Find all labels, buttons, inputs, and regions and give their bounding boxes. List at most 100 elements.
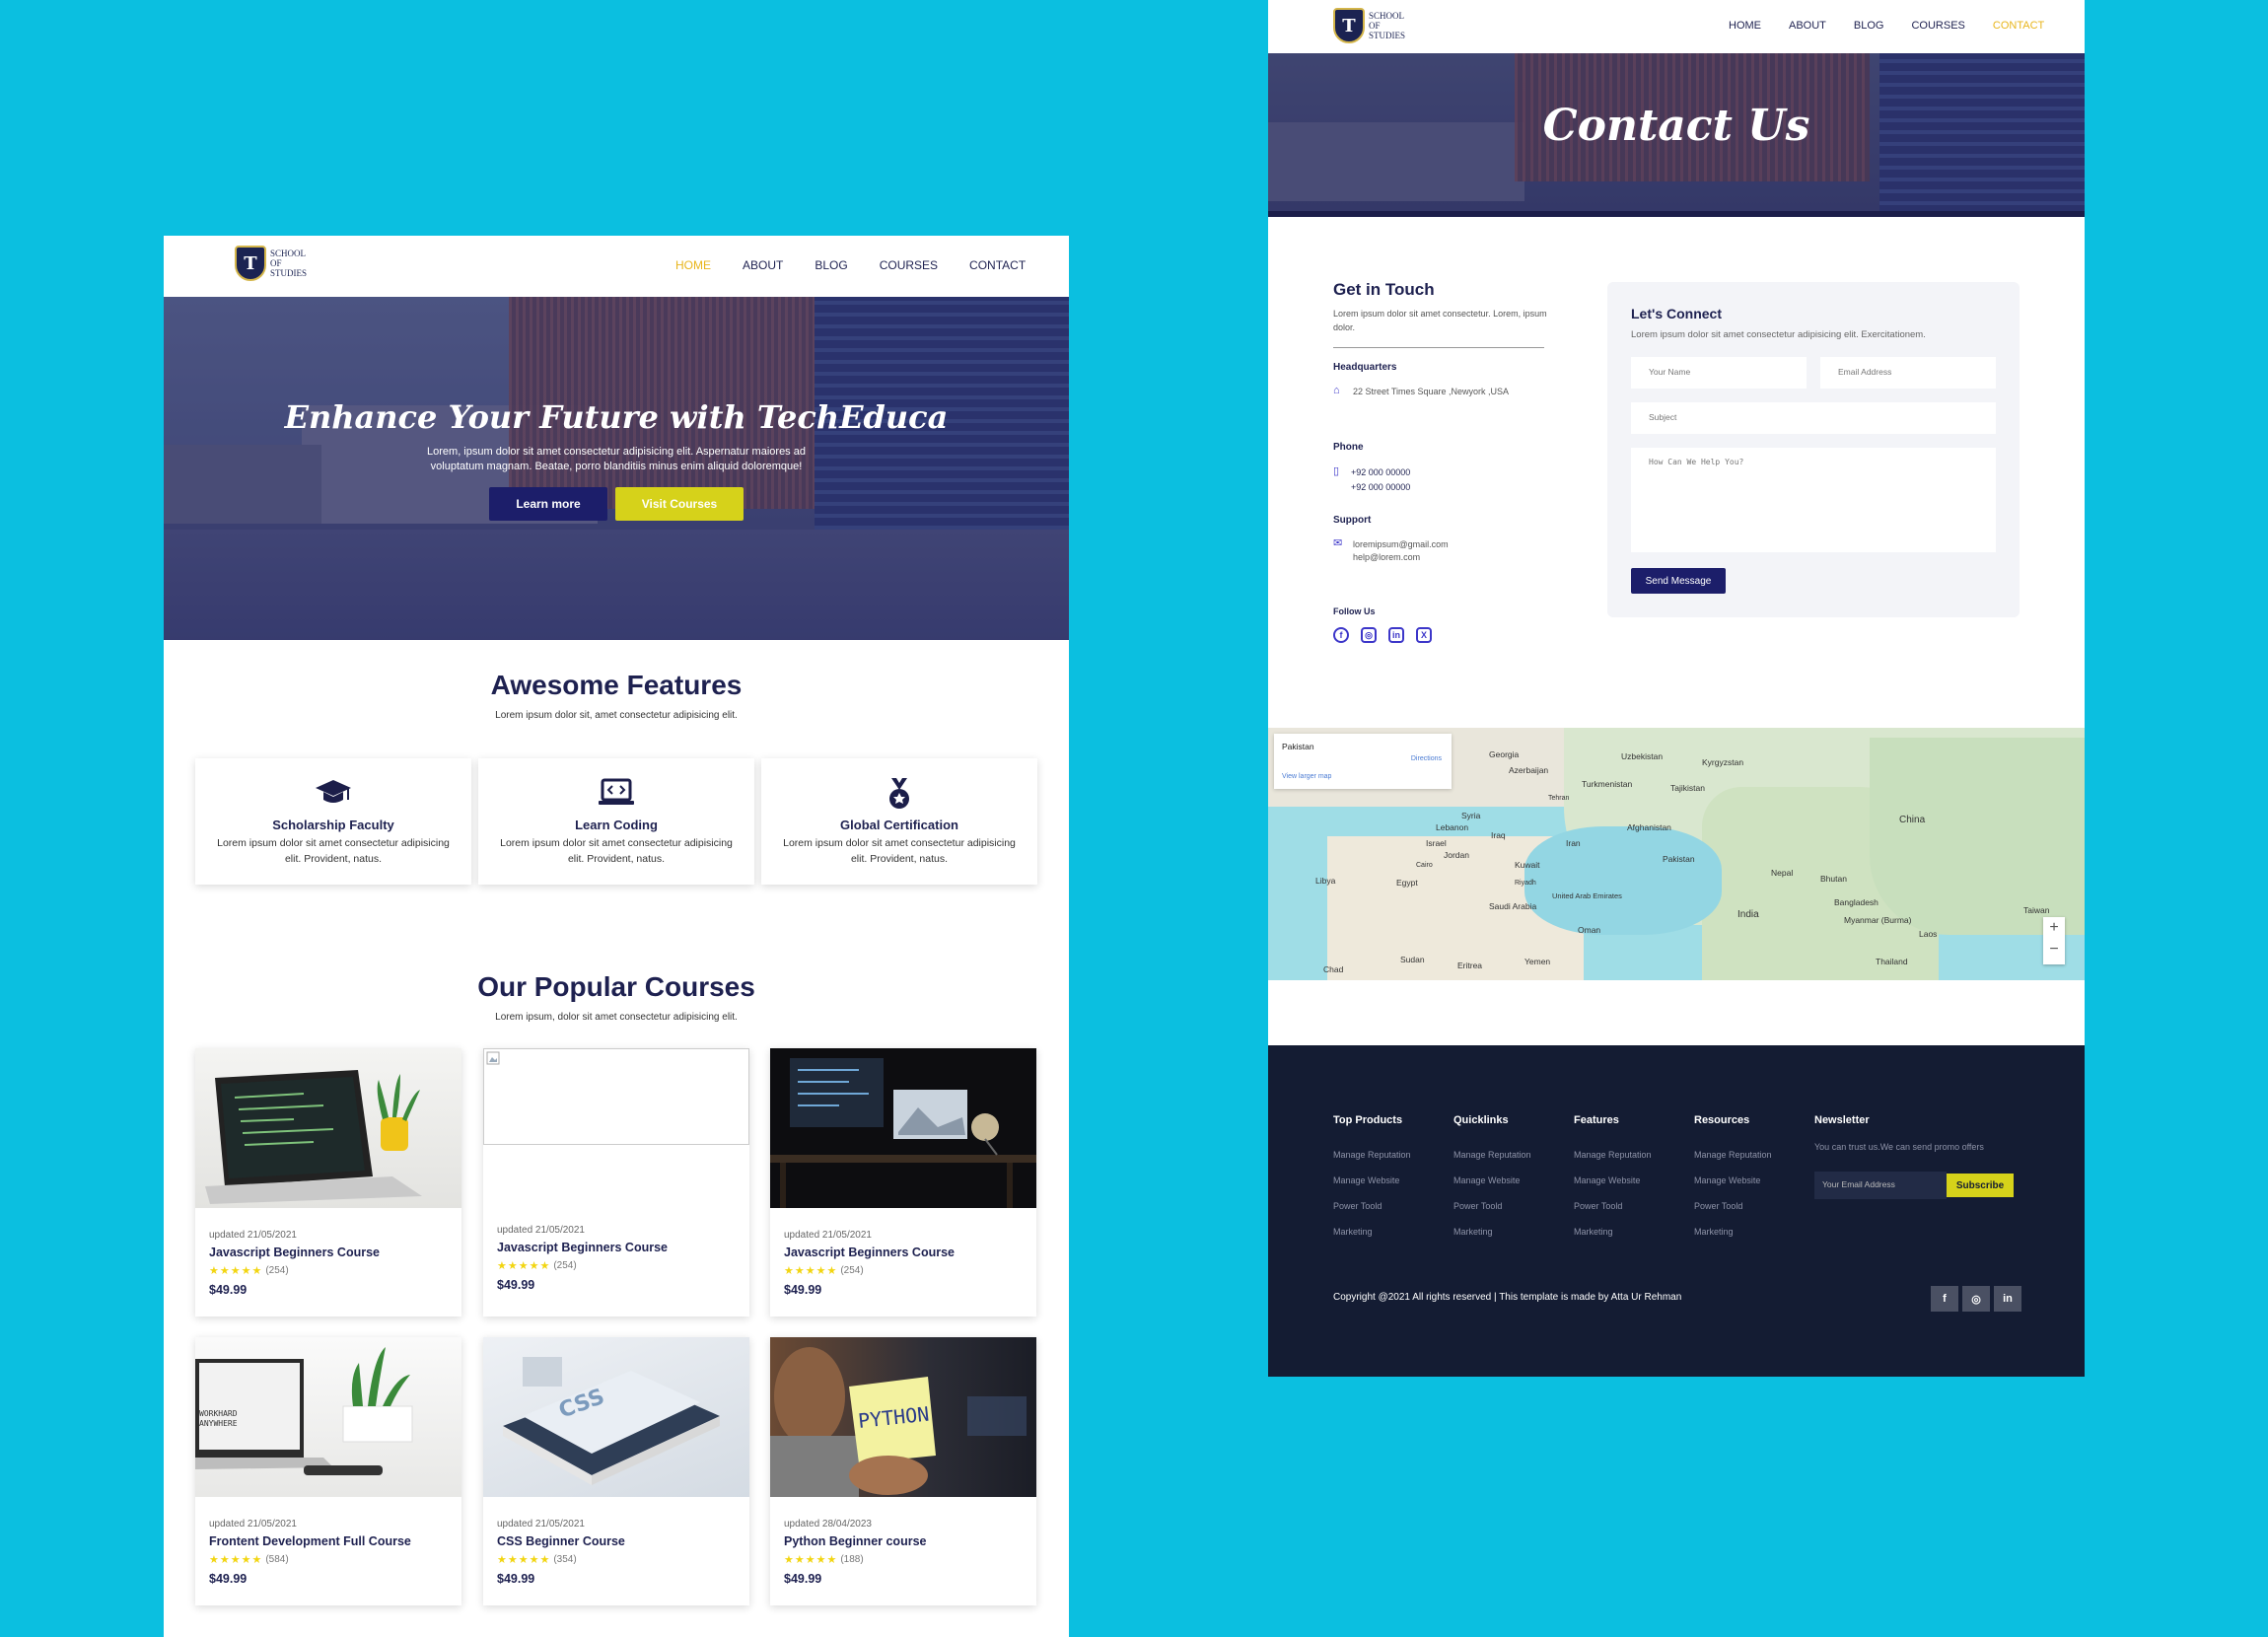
nav-contact[interactable]: CONTACT — [969, 258, 1026, 272]
logo-line: STUDIES — [1369, 31, 1406, 40]
footer-link[interactable]: Power Toold — [1574, 1201, 1622, 1211]
footer-link[interactable]: Manage Website — [1694, 1175, 1760, 1185]
nav-blog[interactable]: BLOG — [1854, 20, 1884, 32]
logo-text: SCHOOL OF STUDIES — [1369, 11, 1405, 40]
course-name[interactable]: Javascript Beginners Course — [209, 1246, 380, 1259]
nav-about[interactable]: ABOUT — [743, 258, 783, 272]
contact-form-card: Let's Connect Lorem ipsum dolor sit amet… — [1607, 282, 2020, 617]
zoom-in-icon[interactable]: + — [2043, 917, 2065, 939]
footer-link[interactable]: Manage Reputation — [1694, 1150, 1772, 1160]
embedded-map[interactable]: Georgia Azerbaijan Uzbekistan Kyrgyzstan… — [1268, 728, 2085, 980]
social-links: f ◎ in X — [1333, 627, 1432, 643]
message-textarea[interactable]: How Can We Help You? — [1631, 448, 1996, 552]
footer-column-title: Features — [1574, 1114, 1619, 1126]
copyright-text: Copyright @2021 All rights reserved | Th… — [1333, 1292, 1682, 1303]
map-label: Turkmenistan — [1582, 779, 1633, 789]
instagram-icon[interactable]: ◎ — [1361, 627, 1377, 643]
email-input[interactable]: Email Address — [1820, 357, 1996, 389]
footer-link[interactable]: Marketing — [1574, 1227, 1613, 1237]
course-name[interactable]: Python Beginner course — [784, 1534, 926, 1548]
course-card[interactable]: PYTHON updated 28/04/2023 Python Beginne… — [770, 1337, 1036, 1605]
map-label: Iraq — [1491, 830, 1506, 840]
nav-courses[interactable]: COURSES — [880, 258, 938, 272]
feature-card: Learn Coding Lorem ipsum dolor sit amet … — [478, 758, 754, 885]
footer-link[interactable]: Manage Reputation — [1453, 1150, 1531, 1160]
course-card[interactable]: WORKHARD ANYWHERE updated 21/05/2021 Fron… — [195, 1337, 461, 1605]
map-info-box: Pakistan Directions View larger map — [1274, 734, 1452, 789]
course-image: WORKHARD ANYWHERE — [195, 1337, 461, 1497]
footer-link[interactable]: Manage Website — [1333, 1175, 1399, 1185]
course-card[interactable]: updated 21/05/2021 Javascript Beginners … — [770, 1048, 1036, 1317]
hero-text: Lorem, ipsum dolor sit amet consectetur … — [427, 446, 806, 472]
course-updated-date: updated 21/05/2021 — [497, 1519, 585, 1530]
map-label: Kyrgyzstan — [1702, 757, 1744, 767]
phone-number[interactable]: +92 000 00000 — [1351, 480, 1410, 494]
course-price: $49.99 — [497, 1278, 535, 1292]
x-twitter-icon[interactable]: X — [1416, 627, 1432, 643]
footer-link[interactable]: Power Toold — [1694, 1201, 1742, 1211]
linkedin-icon[interactable]: in — [1994, 1286, 2021, 1312]
footer-link[interactable]: Marketing — [1333, 1227, 1373, 1237]
map-label: Tajikistan — [1670, 783, 1705, 793]
logo-line: OF — [1369, 21, 1381, 31]
footer-link[interactable]: Marketing — [1453, 1227, 1493, 1237]
footer-link[interactable]: Power Toold — [1453, 1201, 1502, 1211]
site-logo[interactable]: T SCHOOL OF STUDIES — [235, 246, 307, 281]
course-price: $49.99 — [784, 1572, 822, 1586]
send-message-button[interactable]: Send Message — [1631, 568, 1726, 594]
nav-home[interactable]: HOME — [675, 258, 711, 272]
linkedin-icon[interactable]: in — [1388, 627, 1404, 643]
newsletter-email-input[interactable]: Your Email Address — [1814, 1172, 1947, 1199]
nav-home[interactable]: HOME — [1729, 20, 1761, 32]
review-count: (254) — [265, 1265, 289, 1276]
logo-line: SCHOOL — [270, 249, 307, 258]
star-rating-icon: ★★★★★ — [497, 1260, 551, 1272]
course-name[interactable]: CSS Beginner Course — [497, 1534, 625, 1548]
support-email[interactable]: help@lorem.com — [1353, 550, 1420, 564]
course-name[interactable]: Javascript Beginners Course — [497, 1241, 668, 1254]
review-count: (584) — [265, 1554, 289, 1565]
phone-number[interactable]: +92 000 00000 — [1351, 465, 1410, 479]
footer-social-links: f ◎ in — [1931, 1286, 2021, 1312]
footer-link[interactable]: Marketing — [1694, 1227, 1734, 1237]
nav-blog[interactable]: BLOG — [815, 258, 847, 272]
nav-about[interactable]: ABOUT — [1789, 20, 1826, 32]
footer-link[interactable]: Manage Reputation — [1574, 1150, 1652, 1160]
course-name[interactable]: Javascript Beginners Course — [784, 1246, 955, 1259]
learn-more-button[interactable]: Learn more — [489, 487, 607, 521]
facebook-icon[interactable]: f — [1931, 1286, 1958, 1312]
footer-link[interactable]: Manage Website — [1453, 1175, 1520, 1185]
logo-line: STUDIES — [270, 268, 308, 278]
site-logo[interactable]: T SCHOOL OF STUDIES — [1333, 8, 1405, 43]
map-label: Oman — [1578, 925, 1601, 935]
facebook-icon[interactable]: f — [1333, 627, 1349, 643]
footer-link[interactable]: Manage Website — [1574, 1175, 1640, 1185]
course-card[interactable]: CSS updated 21/05/2021 CSS Beginner Cour… — [483, 1337, 749, 1605]
home-page: T SCHOOL OF STUDIES HOME ABOUT BLOG COUR… — [164, 236, 1069, 1637]
instagram-icon[interactable]: ◎ — [1962, 1286, 1990, 1312]
map-label: Riyadh — [1515, 880, 1536, 887]
zoom-out-icon[interactable]: − — [2043, 939, 2065, 961]
map-directions-link[interactable]: Directions — [1411, 755, 1442, 762]
site-footer: Top Products Manage Reputation Manage We… — [1268, 1045, 2085, 1377]
map-label: Yemen — [1524, 957, 1551, 966]
view-larger-map-link[interactable]: View larger map — [1282, 773, 1331, 780]
subject-input[interactable]: Subject — [1631, 402, 1996, 434]
nav-courses[interactable]: COURSES — [1911, 20, 1964, 32]
get-in-touch-title: Get in Touch — [1333, 280, 1435, 299]
course-card[interactable]: updated 21/05/2021 Javascript Beginners … — [195, 1048, 461, 1317]
course-name[interactable]: Frontent Development Full Course — [209, 1534, 411, 1548]
footer-link[interactable]: Manage Reputation — [1333, 1150, 1411, 1160]
laptop-code-icon — [478, 778, 754, 810]
logo-line: OF — [270, 258, 282, 268]
map-label: Nepal — [1771, 868, 1794, 878]
course-card[interactable]: updated 21/05/2021 Javascript Beginners … — [483, 1048, 749, 1317]
footer-link[interactable]: Power Toold — [1333, 1201, 1382, 1211]
subscribe-button[interactable]: Subscribe — [1947, 1174, 2014, 1197]
nav-contact[interactable]: CONTACT — [1993, 20, 2044, 32]
map-label: Pakistan — [1663, 854, 1695, 864]
support-email[interactable]: loremipsum@gmail.com — [1353, 537, 1449, 551]
visit-courses-button[interactable]: Visit Courses — [615, 487, 744, 521]
name-input[interactable]: Your Name — [1631, 357, 1807, 389]
graduation-cap-icon — [195, 778, 471, 810]
